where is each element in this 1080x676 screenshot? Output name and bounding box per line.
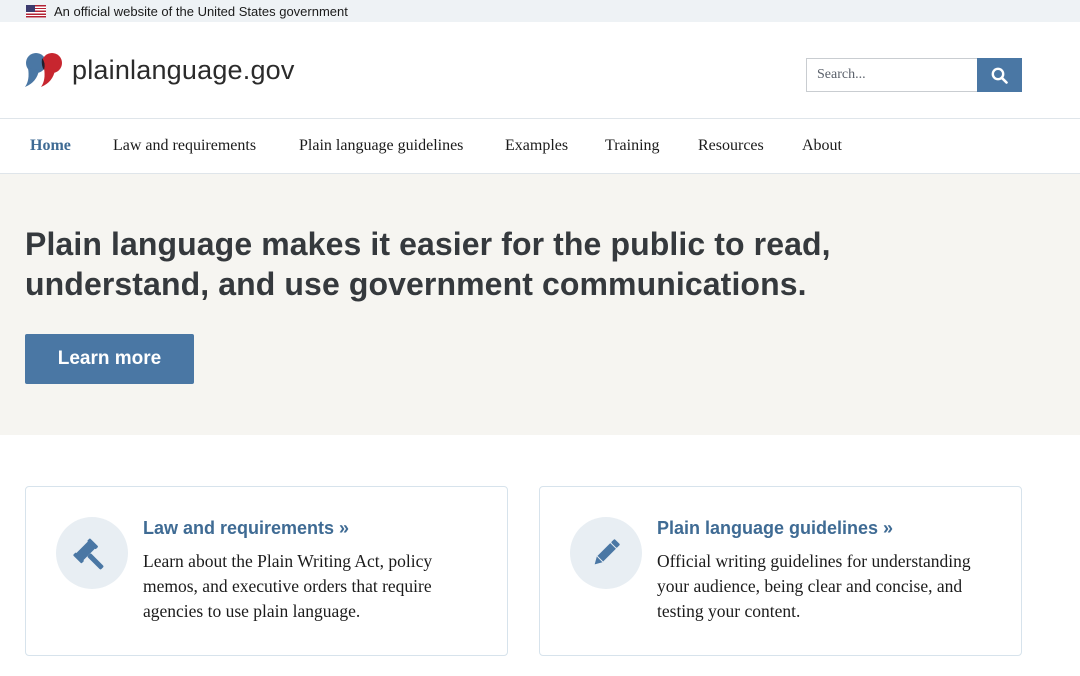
card-law-and-requirements: Law and requirements » Learn about the P… bbox=[25, 486, 508, 656]
primary-nav: Home Law and requirements Plain language… bbox=[0, 118, 1080, 174]
search-button[interactable] bbox=[977, 58, 1022, 92]
learn-more-button[interactable]: Learn more bbox=[25, 334, 194, 384]
hero-title: Plain language makes it easier for the p… bbox=[25, 226, 831, 302]
nav-item-resources[interactable]: Resources bbox=[698, 137, 764, 155]
nav-item-about[interactable]: About bbox=[802, 137, 842, 155]
nav-item-plain-language-guidelines[interactable]: Plain language guidelines bbox=[299, 137, 463, 155]
site-title: plainlanguage.gov bbox=[72, 54, 295, 85]
card-title-link[interactable]: Plain language guidelines » bbox=[657, 518, 893, 539]
gov-banner-text: An official website of the United States… bbox=[54, 3, 348, 19]
site-header: plainlanguage.gov bbox=[0, 22, 1080, 118]
card-plain-language-guidelines: Plain language guidelines » Official wri… bbox=[539, 486, 1022, 656]
nav-item-law-and-requirements[interactable]: Law and requirements bbox=[113, 137, 256, 155]
card-description: Official writing guidelines for understa… bbox=[657, 551, 971, 621]
gavel-icon bbox=[73, 538, 104, 570]
quote-marks-logo-icon bbox=[25, 53, 62, 87]
nav-item-training[interactable]: Training bbox=[605, 137, 660, 155]
search-input[interactable] bbox=[806, 58, 977, 92]
nav-item-examples[interactable]: Examples bbox=[505, 137, 568, 155]
pencil-icon bbox=[594, 539, 620, 565]
search-icon bbox=[991, 67, 1008, 84]
card-description: Learn about the Plain Writing Act, polic… bbox=[143, 551, 433, 621]
card-title-link[interactable]: Law and requirements » bbox=[143, 518, 349, 539]
us-flag-icon bbox=[26, 4, 46, 18]
gov-banner: An official website of the United States… bbox=[0, 0, 1080, 22]
card-icon-circle bbox=[570, 517, 642, 589]
site-logo-link[interactable]: plainlanguage.gov bbox=[25, 52, 295, 88]
search-form bbox=[806, 58, 1022, 92]
card-icon-circle bbox=[56, 517, 128, 589]
hero-section: Plain language makes it easier for the p… bbox=[0, 174, 1080, 435]
nav-item-home[interactable]: Home bbox=[30, 137, 71, 155]
